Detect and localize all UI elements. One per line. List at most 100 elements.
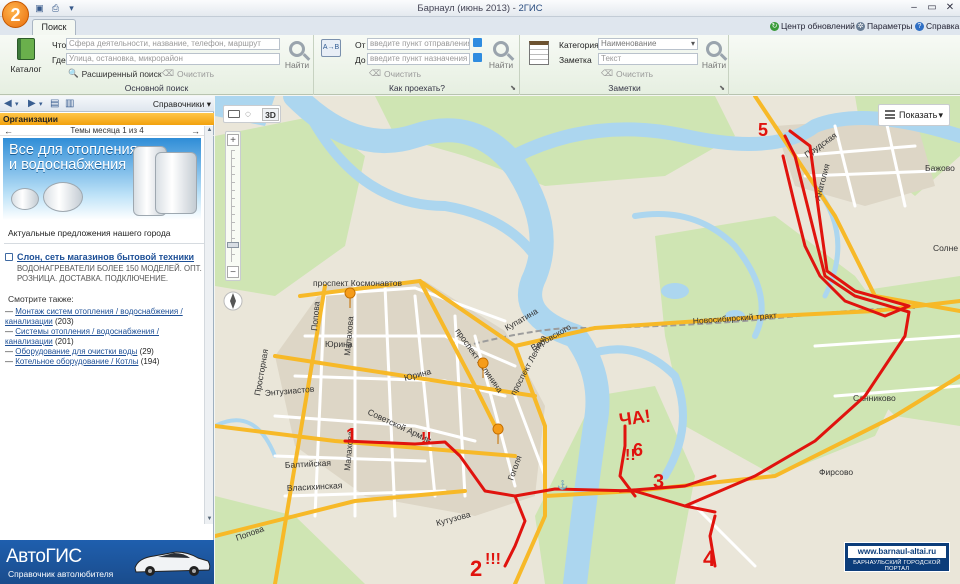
group-title-basic: Основной поиск — [124, 83, 189, 93]
to-input[interactable]: введите пункт назначения — [367, 53, 470, 65]
measure-arc-icon[interactable]: ◌ — [245, 109, 251, 120]
route-expand-icon[interactable]: ⬊ — [510, 84, 516, 92]
ad-banner-heating[interactable]: Все для отопления и водоснабжения — [3, 138, 201, 220]
prev-theme-icon[interactable]: ← — [4, 126, 13, 136]
category-select[interactable]: Наименование — [598, 38, 698, 50]
help-link[interactable]: ? Справка — [915, 21, 959, 31]
notes-clear-label: Очистить — [616, 68, 654, 79]
annotation-label: 2 — [470, 556, 482, 581]
group-title-route: Как проехать? — [388, 83, 446, 93]
print-results-icon[interactable]: ▥ — [65, 98, 74, 109]
app-logo[interactable]: 2 — [2, 1, 29, 28]
to-pick-icon[interactable] — [473, 53, 482, 62]
see-also-item[interactable]: — Системы отопления / водоснабжения / кан… — [5, 327, 195, 347]
show-layers-button[interactable]: Показать ▾ — [878, 104, 950, 126]
updates-link[interactable]: ↻ Центр обновлений — [770, 21, 855, 31]
see-also-count: (203) — [55, 317, 74, 326]
see-also-link-cont[interactable]: канализации — [5, 337, 53, 346]
forward-menu-icon[interactable]: ▾ — [39, 100, 43, 108]
map-canvas[interactable]: проспект Космонавтов проспект Калинина К… — [215, 96, 960, 584]
scroll-down-icon[interactable]: ▼ — [205, 515, 214, 524]
mode-3d-button[interactable]: 3D — [262, 108, 279, 121]
what-input[interactable]: Сфера деятельности, название, телефон, м… — [66, 38, 280, 50]
place-label: Фирсово — [819, 467, 853, 477]
catalog-button[interactable]: Каталог — [8, 38, 44, 76]
find-button[interactable]: Найти — [284, 41, 310, 70]
see-also-count: (201) — [55, 337, 74, 346]
to-label: До — [355, 55, 366, 65]
clear-label: Очистить — [177, 68, 215, 79]
minimize-button[interactable]: – — [908, 2, 920, 14]
see-also-count: (29) — [139, 347, 154, 356]
banner-text: Все для отопления и водоснабжения — [9, 142, 138, 173]
see-also-count: (194) — [140, 357, 160, 366]
fitting-image — [43, 182, 83, 212]
left-panel: ◀ ▾ ▶ ▾ ▤ ▥ Справочники ▾ Организации ← … — [0, 96, 214, 584]
annotation-label: 1 — [346, 425, 357, 447]
find-label: Найти — [284, 60, 310, 70]
magnifier-icon — [706, 41, 722, 57]
chevron-down-icon: ▾ — [938, 110, 943, 120]
zoom-control: + − — [225, 131, 241, 281]
what-label: Что — [52, 40, 67, 50]
route-clear-label: Очистить — [384, 68, 422, 79]
notes-find-label: Найти — [701, 60, 727, 70]
ruler-icon[interactable] — [228, 110, 240, 118]
close-button[interactable]: ✕ — [944, 2, 956, 14]
advanced-search-button[interactable]: 🔍 Расширенный поиск — [68, 68, 162, 79]
notes-expand-icon[interactable]: ⬊ — [719, 84, 725, 92]
next-theme-icon[interactable]: → — [191, 126, 200, 136]
advanced-search-icon: 🔍 — [68, 68, 79, 78]
route-find-button[interactable]: Найти — [488, 41, 514, 70]
see-also-link[interactable]: Оборудование для очистки воды — [15, 347, 137, 356]
tab-search[interactable]: Поиск — [32, 19, 76, 35]
see-also-item[interactable]: — Монтаж систем отопления / водоснабжени… — [5, 307, 195, 327]
forward-icon[interactable]: ▶ — [28, 98, 36, 109]
zoom-slider-handle[interactable] — [227, 242, 239, 248]
ad-barnaul-portal[interactable]: www.barnaul-altai.ru БАРНАУЛЬСКИЙ ГОРОДС… — [844, 542, 950, 572]
route-icon: A→B — [321, 39, 341, 57]
see-also-link[interactable]: Котельное оборудование / Котлы — [15, 357, 138, 366]
map-view[interactable]: проспект Космонавтов проспект Калинина К… — [215, 96, 960, 584]
themes-label: Темы месяца 1 из 4 — [70, 126, 144, 135]
back-menu-icon[interactable]: ▾ — [15, 100, 19, 108]
save-icon[interactable]: ▤ — [50, 98, 59, 109]
see-also-item[interactable]: — Котельное оборудование / Котлы (194) — [5, 357, 195, 367]
where-input[interactable]: Улица, остановка, микрорайон — [66, 53, 280, 65]
from-pick-icon[interactable] — [473, 38, 482, 47]
note-input[interactable]: Текст — [598, 53, 698, 65]
see-also-item[interactable]: — Оборудование для очистки воды (29) — [5, 347, 195, 357]
back-icon[interactable]: ◀ — [4, 98, 12, 109]
see-also-link[interactable]: Монтаж систем отопления / водоснабжения … — [15, 307, 182, 316]
left-scrollbar[interactable]: ▲ ▼ — [204, 126, 213, 524]
notes-clear-button[interactable]: ⌫ Очистить — [601, 68, 653, 79]
compass-icon[interactable] — [223, 291, 243, 311]
notes-find-button[interactable]: Найти — [701, 41, 727, 70]
maximize-button[interactable]: ▭ — [926, 2, 938, 14]
section-header-organizations: Организации — [0, 113, 214, 125]
annotation-label: 4 — [703, 546, 716, 571]
route-clear-button[interactable]: ⌫ Очистить — [369, 68, 421, 79]
directories-label: Справочники — [152, 99, 205, 109]
clear-button[interactable]: ⌫ Очистить — [162, 68, 214, 79]
see-also-link-cont[interactable]: канализации — [5, 317, 53, 326]
annotation-label: 6 — [633, 440, 643, 460]
gear-icon: ✲ — [856, 21, 865, 31]
ad-autogis[interactable]: АвтоГИС Справочник автолюбителя — [0, 540, 214, 584]
layers-icon — [885, 110, 895, 119]
title-bar: 2 ▣ ⎙ ▾ Барнаул (июнь 2013) - 2ГИС – ▭ ✕ — [0, 0, 960, 28]
window-title: Барнаул (июнь 2013) - 2ГИС — [0, 3, 960, 14]
notes-icon — [529, 41, 549, 65]
params-link[interactable]: ✲ Параметры — [856, 21, 912, 31]
show-layers-label: Показать — [899, 110, 938, 120]
from-input[interactable]: введите пункт отправления — [367, 38, 470, 50]
zoom-in-icon[interactable]: + — [227, 134, 239, 146]
window-title-app: 2ГИС — [518, 3, 543, 14]
directories-dropdown[interactable]: Справочники ▾ — [153, 99, 211, 110]
see-also-link[interactable]: Системы отопления / водоснабжения / — [15, 327, 159, 336]
organization-link[interactable]: Слон, сеть магазинов бытовой техники — [17, 252, 194, 262]
help-icon: ? — [915, 21, 924, 31]
scroll-up-icon[interactable]: ▲ — [205, 126, 214, 135]
magnifier-icon — [493, 41, 509, 57]
zoom-out-icon[interactable]: − — [227, 266, 239, 278]
